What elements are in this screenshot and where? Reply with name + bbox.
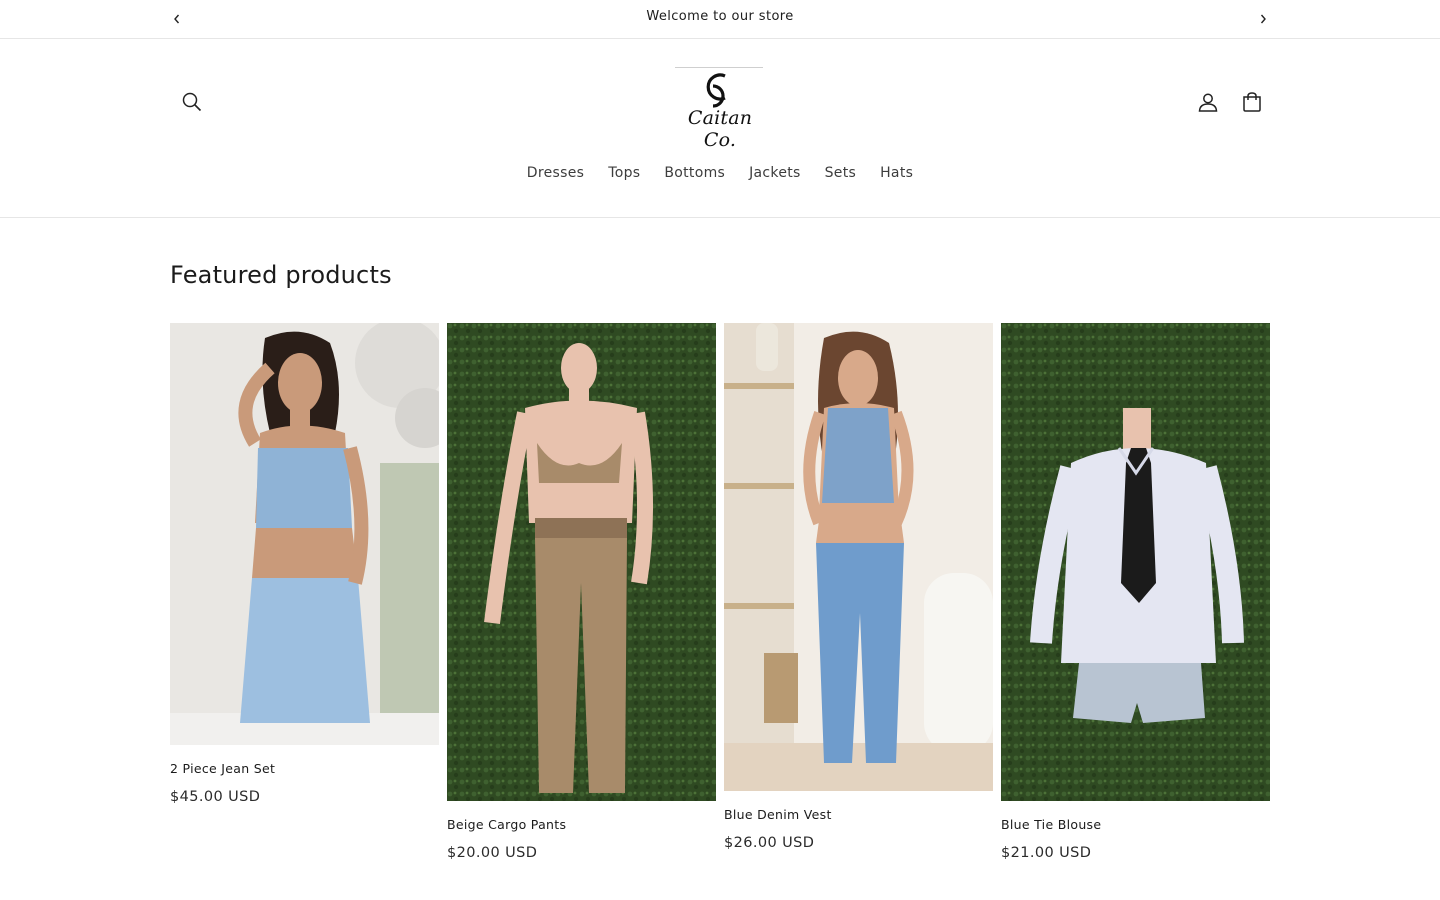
nav-item-tops[interactable]: Tops xyxy=(596,165,652,181)
product-card[interactable]: Beige Cargo Pants $20.00 USD xyxy=(447,323,716,861)
product-price: $20.00 USD xyxy=(447,845,538,861)
account-icon xyxy=(1198,93,1218,112)
product-title[interactable]: Blue Tie Blouse xyxy=(1001,817,1270,832)
product-title[interactable]: 2 Piece Jean Set xyxy=(170,761,439,776)
product-photo-cargo-pants xyxy=(447,323,716,801)
nav-item-sets[interactable]: Sets xyxy=(813,165,868,181)
search-icon xyxy=(182,92,202,112)
search-button[interactable] xyxy=(172,82,212,122)
product-price: $21.00 USD xyxy=(1001,845,1092,861)
logo-wordmark: Caitan Co. xyxy=(687,107,753,151)
announcement-text: Welcome to our store xyxy=(646,9,794,24)
product-title[interactable]: Blue Denim Vest xyxy=(724,807,993,822)
featured-title: Featured products xyxy=(170,261,392,289)
product-photo-denim-vest xyxy=(724,323,993,791)
product-image[interactable] xyxy=(724,323,993,791)
announcement-bar: Welcome to our store xyxy=(0,0,1440,39)
nav-item-jackets[interactable]: Jackets xyxy=(737,165,813,181)
product-photo-tie-blouse xyxy=(1001,323,1270,801)
nav-item-dresses[interactable]: Dresses xyxy=(515,165,596,181)
product-image[interactable] xyxy=(170,323,439,745)
store-logo[interactable]: Caitan Co. xyxy=(672,64,768,151)
product-card[interactable]: 2 Piece Jean Set $45.00 USD xyxy=(170,323,439,805)
chevron-right-icon xyxy=(1260,14,1266,24)
nav-item-bottoms[interactable]: Bottoms xyxy=(652,165,737,181)
product-price: $45.00 USD xyxy=(170,789,261,805)
main-nav: Dresses Tops Bottoms Jackets Sets Hats xyxy=(0,165,1440,181)
cart-button[interactable] xyxy=(1232,82,1272,122)
product-photo-jean-set xyxy=(170,323,439,745)
product-price: $26.00 USD xyxy=(724,835,815,851)
nav-item-hats[interactable]: Hats xyxy=(868,165,925,181)
account-button[interactable] xyxy=(1188,82,1228,122)
product-card[interactable]: Blue Denim Vest $26.00 USD xyxy=(724,323,993,851)
product-image[interactable] xyxy=(1001,323,1270,801)
site-header: Caitan Co. Dresses Tops Bottoms Jackets … xyxy=(0,39,1440,218)
product-card[interactable]: Blue Tie Blouse $21.00 USD xyxy=(1001,323,1270,861)
cart-icon xyxy=(1243,92,1261,112)
logo-monogram-icon xyxy=(706,73,726,108)
announcement-next-button[interactable] xyxy=(1253,9,1273,29)
product-title[interactable]: Beige Cargo Pants xyxy=(447,817,716,832)
product-image[interactable] xyxy=(447,323,716,801)
